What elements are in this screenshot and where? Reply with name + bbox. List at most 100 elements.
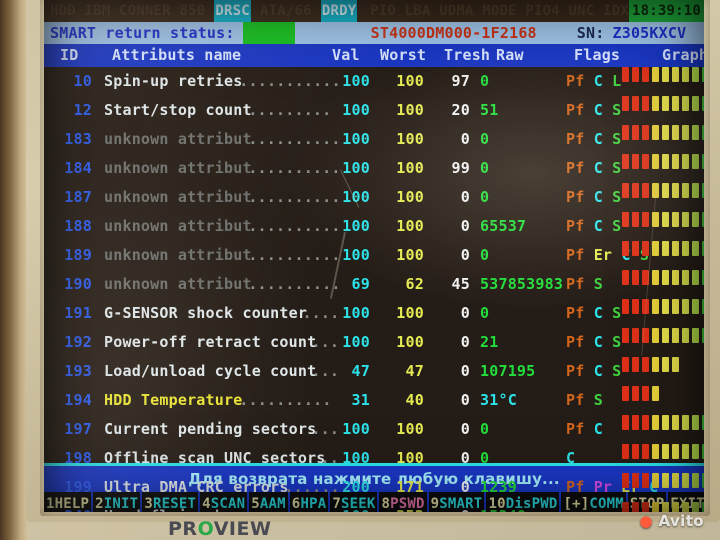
table-row[interactable]: 193 Load/unload cycle count... 47 47 0 107195… xyxy=(44,357,704,386)
flag-pf: Pf xyxy=(566,217,585,235)
bar-segment xyxy=(652,241,659,256)
flag-s: S xyxy=(612,217,622,235)
bar-segment xyxy=(632,154,639,169)
row-id: 191 xyxy=(64,304,92,322)
bar-segment xyxy=(702,444,704,459)
bar-segment xyxy=(652,328,659,343)
monitor-brand-logo: PROVIEW xyxy=(168,518,271,540)
bar-segment xyxy=(662,67,669,82)
row-attribute-name: unknown attribut xyxy=(104,188,252,206)
bar-segment xyxy=(622,96,629,111)
row-tresh: 20 xyxy=(451,101,470,119)
bar-segment xyxy=(642,270,649,285)
bar-segment xyxy=(702,502,704,512)
bar-segment xyxy=(622,502,629,512)
drive-model: ST4000DM000-1F2168 xyxy=(370,24,537,42)
row-val: 100 xyxy=(342,246,370,264)
row-attribute-name: Load/unload cycle count xyxy=(104,362,317,380)
table-row[interactable]: 189 unknown attribut.......... 100 100 0 0 Pf … xyxy=(44,241,704,270)
bar-segment xyxy=(702,125,704,140)
row-raw: 15348 xyxy=(480,502,526,512)
table-row[interactable]: 240 Head flying hours........ 100 253 0 15348 xyxy=(44,502,704,512)
table-row[interactable]: 192 Power-off retract count... 100 100 0 21 Pf… xyxy=(44,328,704,357)
bar-segment xyxy=(652,67,659,82)
screen-area: HDD IBM CONNER 850 DRSC ATA/66 DRDY PIO … xyxy=(44,0,704,512)
row-dot-leader: .......... xyxy=(239,391,332,409)
flag-pf: Pf xyxy=(566,478,585,496)
bar-segment xyxy=(682,154,689,169)
table-row[interactable]: 190 unknown attribut.......... 69 62 45 53785… xyxy=(44,270,704,299)
bar-segment xyxy=(672,270,679,285)
row-id: 10 xyxy=(73,72,92,90)
table-row[interactable]: 184 unknown attribut.......... 100 100 99 0 Pf… xyxy=(44,154,704,183)
bar-segment xyxy=(632,212,639,227)
bar-segment xyxy=(652,183,659,198)
bar-segment xyxy=(682,444,689,459)
table-row[interactable]: 191 G-SENSOR shock counter.... 100 100 0 0 Pf … xyxy=(44,299,704,328)
row-id: 189 xyxy=(64,246,92,264)
bar-segment xyxy=(632,241,639,256)
flag-s: S xyxy=(593,275,603,293)
table-row[interactable]: 187 unknown attribut.......... 100 100 0 0 Pf … xyxy=(44,183,704,212)
bar-segment xyxy=(622,212,629,227)
row-val: 69 xyxy=(351,275,370,293)
row-flags: Pf C S xyxy=(566,154,621,183)
bar-segment xyxy=(662,502,669,512)
bar-segment xyxy=(682,473,689,488)
row-flags: Pf C xyxy=(566,415,603,444)
bar-segment xyxy=(662,154,669,169)
bar-segment xyxy=(662,241,669,256)
row-graphic-bar xyxy=(622,328,704,343)
smart-return-status-bar: SMART return status: ST4000DM000-1F2168 … xyxy=(44,22,704,44)
table-row[interactable]: 183 unknown attribut.......... 100 100 0 0 Pf … xyxy=(44,125,704,154)
header-flags: Flags xyxy=(574,46,621,64)
table-row[interactable]: 194 HDD Temperature.......... 31 40 0 31°C Pf … xyxy=(44,386,704,415)
row-raw: 21 xyxy=(480,333,499,351)
bar-segment xyxy=(652,444,659,459)
bar-segment xyxy=(692,125,699,140)
bar-segment xyxy=(702,241,704,256)
row-raw: 31°C xyxy=(480,391,517,409)
row-raw: 0 xyxy=(480,420,490,438)
drdy-badge: DRDY xyxy=(320,0,358,22)
flag-pf: Pf xyxy=(566,275,585,293)
table-row[interactable]: 198 Offline scan UNC sectors.. 100 100 0 0 C xyxy=(44,444,704,473)
table-row[interactable]: 199 Ultra DMA CRC errors...... 200 171 0 1239… xyxy=(44,473,704,502)
bar-segment xyxy=(642,67,649,82)
bar-segment xyxy=(642,502,649,512)
brand-text-pre: PR xyxy=(168,518,198,540)
flag-c: C xyxy=(593,333,603,351)
bar-segment xyxy=(702,154,704,169)
row-attribute-name: G-SENSOR shock counter xyxy=(104,304,308,322)
clock-display: 18:39:10 xyxy=(628,0,704,22)
row-worst: 100 xyxy=(396,72,424,90)
row-raw: 0 xyxy=(480,246,490,264)
header-tresh: Tresh xyxy=(444,46,491,64)
brand-check-icon: O xyxy=(197,518,214,540)
row-tresh: 45 xyxy=(451,275,470,293)
bar-segment xyxy=(662,212,669,227)
table-row[interactable]: 12 Start/stop count......... 100 100 20 51 Pf … xyxy=(44,96,704,125)
row-flags: Pf S xyxy=(566,270,603,299)
bar-segment xyxy=(702,270,704,285)
bar-segment xyxy=(682,212,689,227)
bar-segment xyxy=(642,154,649,169)
table-row[interactable]: 10 Spin-up retries........... 100 100 97 0 Pf … xyxy=(44,67,704,96)
bar-segment xyxy=(672,125,679,140)
row-graphic-bar xyxy=(622,96,704,111)
row-worst: 100 xyxy=(396,130,424,148)
row-val: 100 xyxy=(342,188,370,206)
bar-segment xyxy=(642,415,649,430)
table-row[interactable]: 188 unknown attribut.......... 100 100 0 6553… xyxy=(44,212,704,241)
bar-segment xyxy=(682,299,689,314)
table-row[interactable]: 197 Current pending sectors... 100 100 0 0 Pf … xyxy=(44,415,704,444)
row-dot-leader: ......... xyxy=(248,101,332,119)
bar-segment xyxy=(702,183,704,198)
row-id: 240 xyxy=(52,502,92,512)
row-raw: 51 xyxy=(480,101,499,119)
row-flags: Pf C L xyxy=(566,67,621,96)
row-tresh: 0 xyxy=(460,333,470,351)
bar-segment xyxy=(692,299,699,314)
row-worst: 100 xyxy=(396,333,424,351)
row-graphic-bar xyxy=(622,357,679,372)
